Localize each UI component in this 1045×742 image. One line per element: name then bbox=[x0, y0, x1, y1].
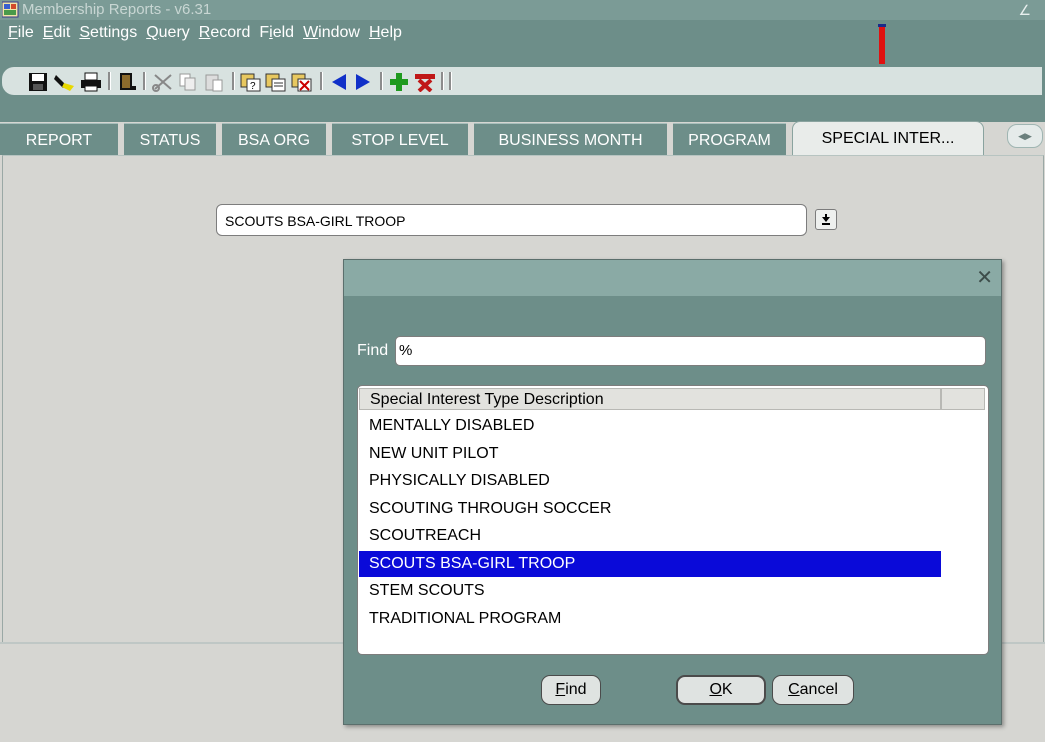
tab-scroll-icon[interactable]: ◀▶ bbox=[1007, 124, 1043, 148]
ok-button[interactable]: OK bbox=[676, 675, 766, 705]
cancel-query-icon[interactable] bbox=[291, 71, 313, 93]
svg-text:?: ? bbox=[250, 81, 256, 92]
window-title: Membership Reports - v6.31 bbox=[22, 1, 212, 18]
find-label: Find bbox=[357, 342, 389, 359]
find-input[interactable]: % bbox=[395, 336, 986, 366]
toolbar: ? bbox=[0, 64, 1045, 122]
paste-icon[interactable] bbox=[203, 71, 225, 93]
toolbar-separator bbox=[143, 72, 146, 90]
next-record-icon[interactable] bbox=[352, 71, 374, 93]
minimize-icon[interactable]: ∠ bbox=[1018, 0, 1031, 20]
menu-items: File Edit Settings Query Record Field Window He… bbox=[4, 20, 407, 44]
tab-status[interactable]: STATUS bbox=[124, 123, 216, 155]
dialog-title-bar bbox=[344, 260, 1001, 296]
menu-help[interactable]: Help bbox=[365, 20, 407, 44]
list-item[interactable]: STEM SCOUTS bbox=[359, 578, 941, 604]
list-item[interactable]: SCOUTING THROUGH SOCCER bbox=[359, 496, 941, 522]
delete-record-icon[interactable] bbox=[414, 71, 436, 93]
tab-stop-level[interactable]: STOP LEVEL bbox=[332, 123, 468, 155]
list-item[interactable]: SCOUTS BSA-GIRL TROOP bbox=[359, 550, 941, 577]
column-header-filler bbox=[941, 388, 985, 410]
find-button[interactable]: Find bbox=[541, 675, 601, 705]
toolbar-separator bbox=[320, 72, 323, 90]
download-arrow-icon bbox=[822, 214, 830, 225]
menu-edit[interactable]: Edit bbox=[39, 20, 76, 44]
toolbar-separator bbox=[449, 72, 452, 90]
menu-record[interactable]: Record bbox=[195, 20, 256, 44]
menu-field[interactable]: Field bbox=[255, 20, 299, 44]
tab-bsa-org[interactable]: BSA ORG bbox=[222, 123, 326, 155]
list-item[interactable]: TRADITIONAL PROGRAM bbox=[359, 606, 941, 632]
toolbar-separator bbox=[108, 72, 111, 90]
save-icon[interactable] bbox=[27, 71, 49, 93]
app-icon bbox=[2, 1, 19, 18]
title-bar: Membership Reports - v6.31 ∠ bbox=[0, 0, 1045, 20]
toolbar-separator bbox=[232, 72, 235, 90]
special-interest-field[interactable]: SCOUTS BSA-GIRL TROOP bbox=[216, 204, 807, 236]
previous-record-icon[interactable] bbox=[328, 71, 350, 93]
menu-settings[interactable]: Settings bbox=[75, 20, 142, 44]
insert-record-icon[interactable] bbox=[388, 71, 410, 93]
lov-dialog: ✕ Find % Special Interest Type Descripti… bbox=[343, 259, 1002, 725]
execute-query-icon[interactable] bbox=[265, 71, 287, 93]
menu-file[interactable]: File bbox=[4, 20, 39, 44]
tab-report[interactable]: REPORT bbox=[0, 123, 118, 155]
list-item[interactable]: PHYSICALLY DISABLED bbox=[359, 468, 941, 494]
cut-icon[interactable] bbox=[152, 71, 174, 93]
tab-program[interactable]: PROGRAM bbox=[673, 123, 786, 155]
copy-icon[interactable] bbox=[177, 71, 199, 93]
column-header: Special Interest Type Description bbox=[359, 388, 941, 410]
list-of-values-button[interactable] bbox=[815, 209, 837, 230]
toolbar-separator bbox=[441, 72, 444, 90]
close-icon[interactable]: ✕ bbox=[976, 268, 993, 288]
enter-query-icon[interactable]: ? bbox=[240, 71, 262, 93]
menu-query[interactable]: Query bbox=[142, 20, 195, 44]
menu-window[interactable]: Window bbox=[299, 20, 365, 44]
list-item[interactable]: SCOUTREACH bbox=[359, 523, 941, 549]
tab-special-interest[interactable]: SPECIAL INTER... bbox=[792, 121, 984, 156]
print-icon[interactable] bbox=[80, 71, 102, 93]
list-item[interactable]: MENTALLY DISABLED bbox=[359, 413, 941, 439]
exit-icon[interactable] bbox=[116, 71, 138, 93]
toolbar-separator bbox=[380, 72, 383, 90]
tab-business-month[interactable]: BUSINESS MONTH bbox=[474, 123, 667, 155]
lov-list: Special Interest Type Description MENTAL… bbox=[357, 385, 989, 655]
cancel-button[interactable]: Cancel bbox=[772, 675, 854, 705]
clear-form-icon[interactable] bbox=[54, 71, 76, 93]
list-item[interactable]: NEW UNIT PILOT bbox=[359, 441, 941, 467]
